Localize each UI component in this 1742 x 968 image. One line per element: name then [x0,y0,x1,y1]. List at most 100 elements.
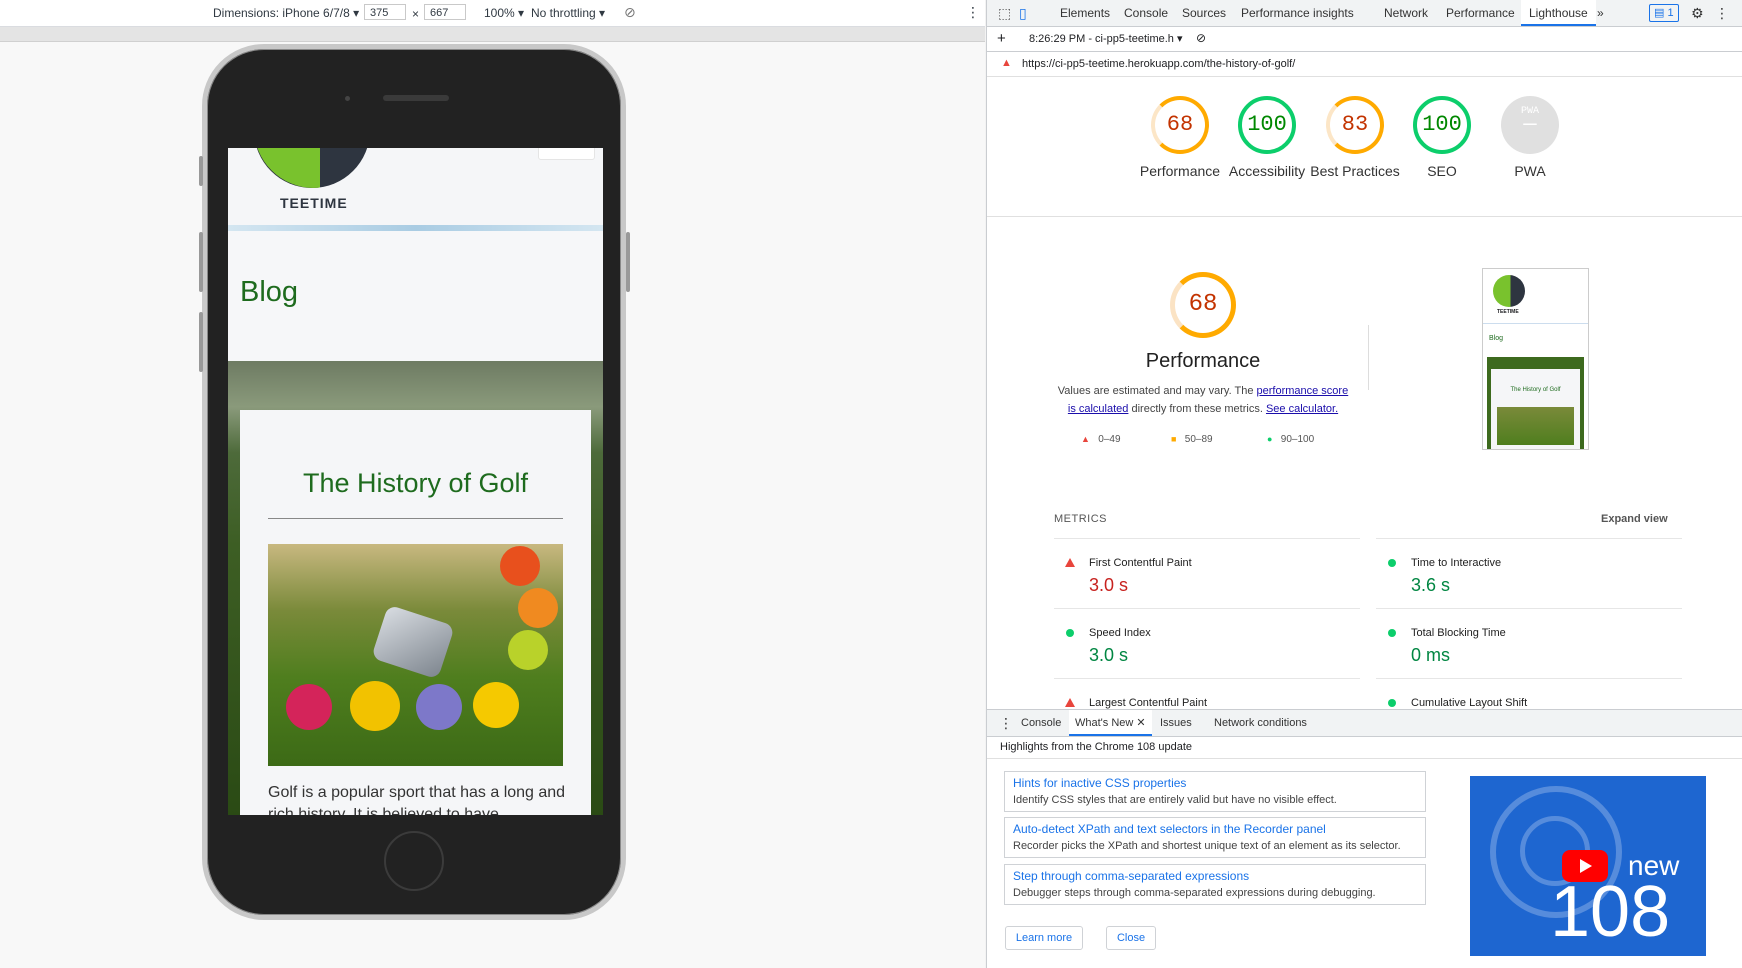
post-excerpt: Golf is a popular sport that has a long … [268,784,566,815]
drawer-tab-console[interactable]: Console [1021,710,1061,736]
whats-new-item[interactable]: Step through comma-separated expressions… [1004,864,1426,905]
report-time: 8:26:29 PM - ci-pp5-teetime.h [1029,33,1174,45]
metric-name: Total Blocking Time [1411,627,1506,639]
fail-triangle-icon [1065,698,1075,707]
whats-new-item[interactable]: Auto-detect XPath and text selectors in … [1004,817,1426,858]
post-title[interactable]: The History of Golf [240,468,591,499]
metric-name: Cumulative Layout Shift [1411,697,1528,709]
height-input[interactable]: 667 [424,4,466,20]
tab-performance-insights[interactable]: Performance insights [1241,0,1354,26]
site-header: TEETIME [228,148,603,230]
whats-new-item-title[interactable]: Step through comma-separated expressions [1013,869,1249,883]
metric-time-to-interactive: Time to Interactive 3.6 s [1376,538,1682,609]
width-input[interactable]: 375 [364,4,406,20]
pass-circle-icon [1388,629,1396,637]
whats-new-item-title[interactable]: Auto-detect XPath and text selectors in … [1013,822,1326,836]
thumb-post-title: The History of Golf [1510,387,1561,393]
whats-new-item-desc: Debugger steps through comma-separated e… [1013,887,1376,899]
metric-speed-index: Speed Index 3.0 s [1054,608,1360,679]
issues-count: 1 [1667,7,1674,19]
thumb-blog: Blog [1489,335,1504,342]
whats-new-item-title[interactable]: Hints for inactive CSS properties [1013,776,1186,790]
chevron-down-icon: ▾ [518,6,525,20]
tab-elements[interactable]: Elements [1060,0,1110,26]
metric-value: 3.0 s [1089,575,1129,595]
tab-network[interactable]: Network [1384,0,1428,26]
inspect-element-icon[interactable]: ⬚ [998,0,1011,26]
phone-home-button [384,831,444,891]
site-logo[interactable] [254,148,370,188]
metric-total-blocking-time: Total Blocking Time 0 ms [1376,608,1682,679]
metric-name: Largest Contentful Paint [1089,697,1208,709]
drawer-tab-network-conditions[interactable]: Network conditions [1214,710,1307,736]
legend-fail-label: 0–49 [1098,434,1121,445]
more-options-icon[interactable]: ⋮ [966,4,980,21]
page-screenshot-thumbnail[interactable]: TEETIME Blog The History of Golf [1482,268,1589,450]
post-divider [268,518,563,519]
devtools-panel: ⬚ ▯ Elements Console Sources Performance… [986,0,1742,968]
highlights-title: Highlights from the Chrome 108 update [1000,741,1192,753]
learn-more-button[interactable]: Learn more [1005,926,1083,950]
drawer-menu-icon[interactable]: ⋮ [999,710,1013,736]
tab-console[interactable]: Console [1124,0,1168,26]
whats-new-video-thumbnail[interactable]: new 108 [1470,776,1706,956]
pwa-badge[interactable]: PWA — [1501,96,1559,154]
blog-title: Blog [240,276,299,308]
more-tabs-icon[interactable]: » [1597,0,1604,26]
issues-counter[interactable]: ▤ 1 [1649,4,1679,22]
legend-pass: ● 90–100 [1267,434,1314,445]
phone-volume-down [199,312,203,372]
metric-value: 0 ms [1411,645,1451,665]
performance-note: Values are estimated and may vary. The p… [1057,382,1349,418]
pass-circle-icon [1388,559,1396,567]
legend-average: ■ 50–89 [1171,434,1213,445]
media-query-ruler [0,27,985,42]
accessibility-score-gauge[interactable]: 100 [1238,96,1296,154]
tab-lighthouse[interactable]: Lighthouse [1521,0,1596,26]
seo-score-label: SEO [1427,163,1457,179]
clear-reports-icon[interactable]: ⊘ [1196,31,1206,45]
pwa-dash: — [1523,112,1537,137]
performance-score-label: Performance [1139,163,1221,179]
legend-triangle-icon: ▲ [1081,434,1090,444]
see-calculator-link[interactable]: See calculator. [1266,403,1338,415]
logo-text[interactable]: TEETIME [280,195,348,211]
rotate-disabled-icon[interactable]: ⊘ [624,4,636,21]
best-practices-score-gauge[interactable]: 83 [1326,96,1384,154]
report-url-bar: ▲ https://ci-pp5-teetime.herokuapp.com/t… [987,52,1742,77]
drawer-tab-issues[interactable]: Issues [1160,710,1192,736]
tab-sources[interactable]: Sources [1182,0,1226,26]
seo-score-gauge[interactable]: 100 [1413,96,1471,154]
post-image [268,544,563,766]
section-divider [1368,325,1369,390]
phone-camera [345,96,350,101]
dimensions-dropdown[interactable]: Dimensions: iPhone 6/7/8 ▾ [213,6,359,20]
devtools-tab-bar: ⬚ ▯ Elements Console Sources Performance… [987,0,1742,27]
devtools-menu-icon[interactable]: ⋮ [1715,0,1729,26]
throttling-dropdown[interactable]: No throttling ▾ [531,6,605,20]
close-button[interactable]: Close [1106,926,1156,950]
new-report-icon[interactable]: + [997,30,1006,47]
tab-performance[interactable]: Performance [1446,0,1515,26]
report-url[interactable]: https://ci-pp5-teetime.herokuapp.com/the… [1022,58,1295,70]
close-tab-icon[interactable]: ✕ [1136,717,1145,729]
drawer-tab-whats-new-label: What's New [1075,717,1134,729]
zoom-dropdown[interactable]: 100% ▾ [484,6,524,20]
expand-view-toggle[interactable]: Expand view [1601,513,1668,525]
times-symbol: × [412,7,420,21]
device-toolbar-toggle-icon[interactable]: ▯ [1019,0,1027,26]
legend-average-label: 50–89 [1184,434,1213,445]
metrics-header: METRICS [1054,513,1107,525]
pass-circle-icon [1066,629,1074,637]
performance-score-gauge[interactable]: 68 [1151,96,1209,154]
whats-new-item[interactable]: Hints for inactive CSS properties Identi… [1004,771,1426,812]
whats-new-header: Highlights from the Chrome 108 update [987,736,1742,759]
report-selector[interactable]: 8:26:29 PM - ci-pp5-teetime.h ▾ [1029,32,1182,45]
whats-new-item-desc: Recorder picks the XPath and shortest un… [1013,840,1401,852]
menu-toggle-button[interactable] [538,148,595,160]
performance-note-text-2: directly from these metrics. [1128,403,1266,415]
metric-name: First Contentful Paint [1089,557,1192,569]
drawer-tab-whats-new[interactable]: What's New ✕ [1069,710,1152,736]
drawer-tab-bar: ⋮ Console What's New ✕ Issues Network co… [987,709,1742,737]
settings-gear-icon[interactable]: ⚙ [1691,0,1704,26]
